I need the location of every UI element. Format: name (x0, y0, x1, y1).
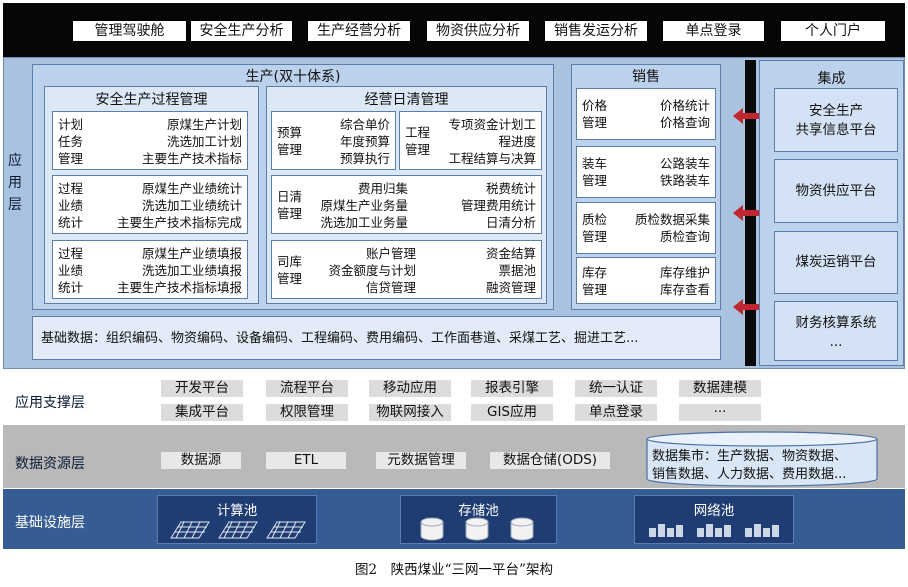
figure-caption: 图2 陕西煤业“三网一平台”架构 (355, 562, 553, 578)
sales-title: 销售 (632, 69, 660, 85)
safety-title: 安全生产过程管理 (95, 92, 208, 108)
support-item[interactable]: 物联网接入 (369, 404, 451, 421)
layer-label-application: 应用层 (8, 153, 22, 213)
integration-coal-platform[interactable]: 煤炭运销平台 (774, 231, 898, 294)
support-item[interactable]: 报表引擎 (471, 380, 553, 397)
data-mart-text: 数据集市：生产数据、物资数据、 销售数据、人力数据、费用数据... (652, 449, 848, 482)
support-item[interactable]: ··· (679, 404, 761, 421)
storage-pool[interactable]: 存储池 (400, 495, 557, 544)
data-item[interactable]: ETL (266, 452, 346, 469)
portal-item[interactable]: 管理驾驶舱 (72, 20, 187, 42)
integration-safety-platform[interactable]: 安全生产 共享信息平台 (774, 88, 898, 152)
data-item[interactable]: 数据源 (161, 452, 241, 469)
portal-item[interactable]: 安全生产分析 (190, 20, 293, 42)
support-layer (3, 370, 905, 424)
data-item[interactable]: 元数据管理 (376, 452, 466, 469)
daily-title: 经营日清管理 (364, 92, 449, 108)
compute-pool[interactable]: 计算池 (157, 495, 317, 544)
support-item[interactable]: 流程平台 (266, 380, 348, 397)
plan-task-box[interactable]: 计划 任务 管理 原煤生产计划 洗选加工计划 主要生产技术指标 (52, 111, 248, 170)
treasury-box[interactable]: 司库 管理 账户管理 资金额度与计划 信贷管理 资金结算 票据池 融资管理 (271, 240, 542, 299)
sales-price-box[interactable]: 价格 管理 价格统计 价格查询 (576, 88, 716, 140)
basic-data-box: 基础数据：组织编码、物资编码、设备编码、工程编码、费用编码、工作面巷道、采煤工艺… (32, 316, 721, 360)
sales-loading-box[interactable]: 装车 管理 公路装车 铁路装车 (576, 146, 716, 198)
budget-box[interactable]: 预算 管理 综合单价 年度预算 预算执行 (271, 111, 396, 170)
portal-item[interactable]: 单点登录 (662, 20, 765, 42)
performance-stat-box[interactable]: 过程 业绩 统计 原煤生产业绩统计 洗选加工业绩统计 主要生产技术指标完成 (52, 175, 248, 234)
layer-label-infra: 基础设施层 (15, 515, 85, 531)
disk-icon (420, 517, 534, 541)
project-box[interactable]: 工程 管理 专项资金计划工 程进度 工程结算与决算 (399, 111, 542, 170)
support-item[interactable]: 统一认证 (575, 380, 657, 397)
sales-quality-box[interactable]: 质检 管理 质检数据采集 质检查询 (576, 202, 716, 254)
portal-item[interactable]: 物资供应分析 (426, 20, 530, 42)
day-clear-box[interactable]: 日清 管理 费用归集 原煤生产业务量 洗选加工业务量 税费统计 管理费用统计 日清分析 (271, 175, 542, 234)
support-item[interactable]: 单点登录 (575, 404, 657, 421)
integration-title: 集成 (817, 71, 846, 87)
portal-item[interactable]: 个人门户 (780, 20, 886, 42)
production-title: 生产(双十体系) (245, 69, 341, 85)
basic-data-text: 基础数据：组织编码、物资编码、设备编码、工程编码、费用编码、工作面巷道、采煤工艺… (41, 331, 639, 346)
support-item[interactable]: 移动应用 (369, 380, 451, 397)
portal-item[interactable]: 销售发运分析 (544, 20, 648, 42)
network-pool[interactable]: 网络池 (634, 495, 794, 544)
support-item[interactable]: 权限管理 (266, 404, 348, 421)
integration-material-platform[interactable]: 物资供应平台 (774, 159, 898, 223)
support-item[interactable]: 集成平台 (161, 404, 243, 421)
server-grid-icon (170, 521, 306, 539)
support-item[interactable]: 开发平台 (161, 380, 243, 397)
integration-finance-system[interactable]: 财务核算系统 ... (774, 301, 898, 361)
layer-label-support: 应用支撑层 (15, 395, 85, 411)
performance-fill-box[interactable]: 过程 业绩 统计 原煤生产业绩填报 洗选加工业绩填报 主要生产技术指标填报 (52, 240, 248, 299)
support-item[interactable]: 数据建模 (679, 380, 761, 397)
network-switch-icon (649, 524, 779, 537)
portal-item[interactable]: 生产经营分析 (307, 20, 411, 42)
support-item[interactable]: GIS应用 (471, 404, 553, 421)
sales-inventory-box[interactable]: 库存 管理 库存维护 库存查看 (576, 257, 716, 304)
layer-label-data: 数据资源层 (15, 456, 85, 472)
data-item[interactable]: 数据仓储(ODS) (490, 452, 610, 469)
